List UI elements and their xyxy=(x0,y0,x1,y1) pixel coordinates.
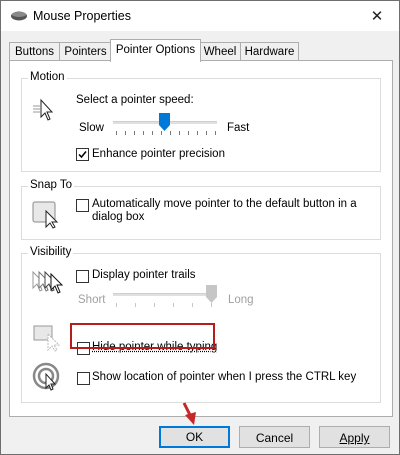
enhance-precision-label[interactable]: Enhance pointer precision xyxy=(92,148,225,160)
pointer-trails-icon xyxy=(32,270,64,294)
fast-label: Fast xyxy=(227,122,250,134)
tick xyxy=(161,131,162,135)
snap-to-group: Snap To Automatically move pointer to th… xyxy=(21,179,381,240)
tick xyxy=(116,303,117,307)
speed-label: Select a pointer speed: xyxy=(76,94,194,106)
trails-slider-track xyxy=(113,293,217,296)
apply-button[interactable]: Apply xyxy=(319,426,390,448)
snap-to-label[interactable]: Automatically move pointer to the defaul… xyxy=(92,198,362,224)
annotation-arrow-icon xyxy=(182,402,196,425)
motion-group: Motion Select a pointer speed: Slow Fast… xyxy=(21,71,381,172)
tick xyxy=(125,131,126,135)
snap-to-group-title: Snap To xyxy=(28,179,74,191)
tick xyxy=(170,131,171,135)
cancel-button[interactable]: Cancel xyxy=(239,426,310,448)
tick xyxy=(192,303,193,307)
snap-to-icon xyxy=(32,201,59,229)
short-label: Short xyxy=(78,294,106,306)
speed-slider-thumb[interactable] xyxy=(159,113,170,131)
tick xyxy=(154,303,155,307)
show-location-label[interactable]: Show location of pointer when I press th… xyxy=(92,371,356,383)
tick xyxy=(206,131,207,135)
pointer-trails-label[interactable]: Display pointer trails xyxy=(92,269,196,281)
close-button[interactable]: ✕ xyxy=(355,1,399,31)
tick xyxy=(215,131,216,135)
show-location-icon xyxy=(32,362,60,391)
title-bar: Mouse Properties ✕ xyxy=(1,1,399,31)
tick xyxy=(197,131,198,135)
snap-to-checkbox[interactable] xyxy=(76,199,89,212)
tick xyxy=(179,131,180,135)
tick xyxy=(135,303,136,307)
slow-label: Slow xyxy=(79,122,104,134)
trails-slider-thumb xyxy=(206,285,217,303)
enhance-precision-checkbox[interactable] xyxy=(76,148,89,161)
long-label: Long xyxy=(228,294,254,306)
checkmark-icon xyxy=(78,151,87,159)
tab-wheel[interactable]: Wheel xyxy=(199,42,241,61)
tick xyxy=(116,131,117,135)
tab-pointer-options[interactable]: Pointer Options xyxy=(110,39,201,62)
tab-buttons[interactable]: Buttons xyxy=(9,42,60,61)
visibility-group-title: Visibility xyxy=(28,246,74,258)
highlight-box xyxy=(70,323,215,349)
ok-button[interactable]: OK xyxy=(159,426,230,448)
tick xyxy=(143,131,144,135)
tick xyxy=(134,131,135,135)
tick xyxy=(173,303,174,307)
tick xyxy=(211,303,212,307)
mouse-icon xyxy=(11,11,27,21)
tab-hardware[interactable]: Hardware xyxy=(240,42,299,61)
pointer-trails-checkbox[interactable] xyxy=(76,270,89,283)
hide-pointer-icon xyxy=(33,325,61,352)
close-icon: ✕ xyxy=(370,8,384,25)
mouse-properties-window: Mouse Properties ✕ Buttons Pointers Poin… xyxy=(0,0,400,455)
tick xyxy=(152,131,153,135)
tab-pointers[interactable]: Pointers xyxy=(59,42,112,61)
pointer-speed-icon xyxy=(33,98,54,121)
show-location-checkbox[interactable] xyxy=(77,372,90,385)
tick xyxy=(188,131,189,135)
motion-group-title: Motion xyxy=(28,71,67,83)
pointer-options-panel: Motion Select a pointer speed: Slow Fast… xyxy=(9,60,393,417)
window-title: Mouse Properties xyxy=(33,9,131,23)
